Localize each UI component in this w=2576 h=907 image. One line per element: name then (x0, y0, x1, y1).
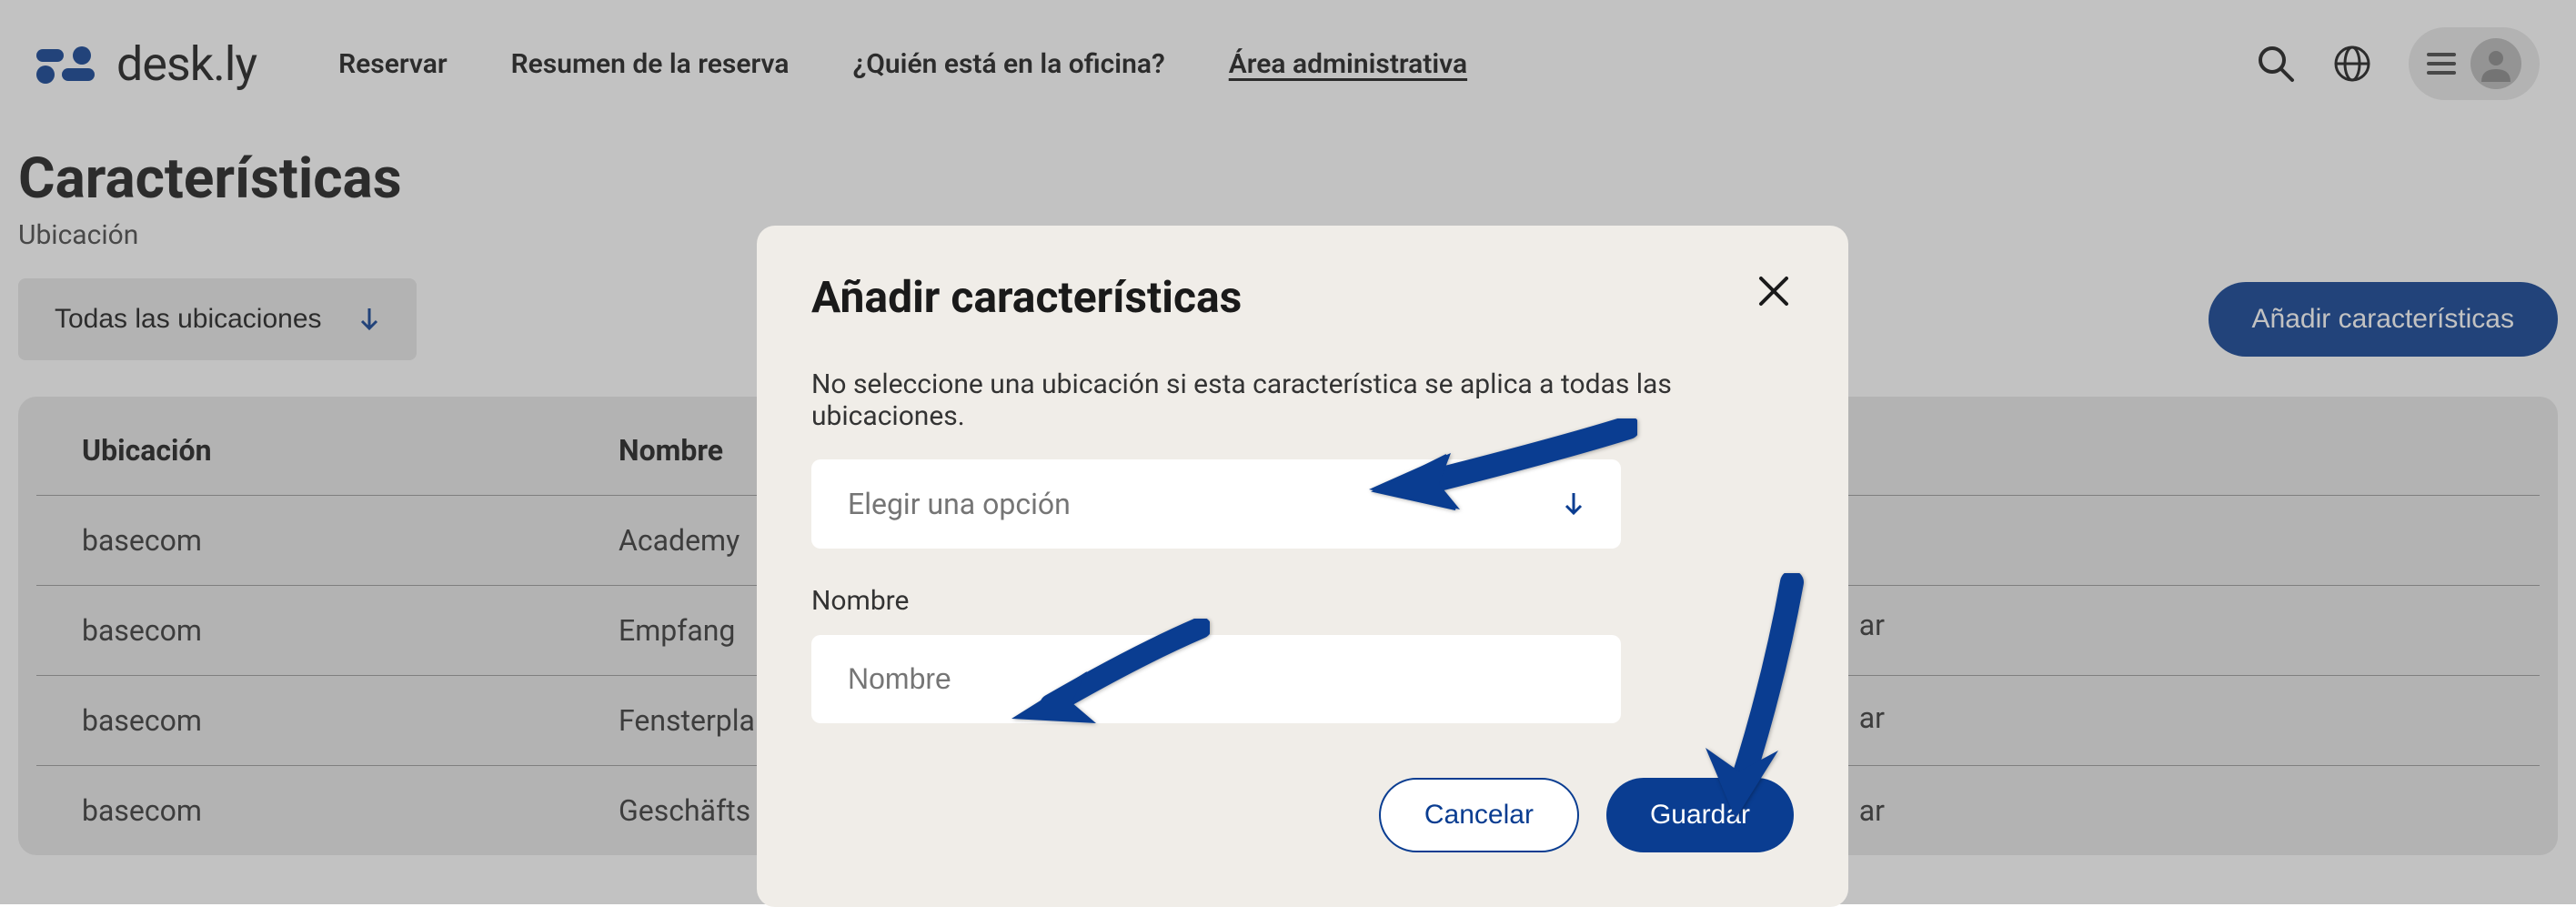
close-button[interactable] (1754, 271, 1794, 314)
add-characteristics-modal: Añadir características No seleccione una… (757, 226, 1848, 907)
annotation-arrow (1692, 573, 1810, 831)
modal-footer: Cancelar Guardar (811, 778, 1794, 852)
modal-header: Añadir características (811, 271, 1794, 323)
select-placeholder: Elegir una opción (848, 487, 1071, 521)
modal-title: Añadir características (811, 271, 1242, 323)
close-icon (1757, 275, 1790, 307)
name-input[interactable] (811, 635, 1621, 723)
annotation-arrow (1001, 619, 1210, 741)
cancel-button[interactable]: Cancelar (1379, 778, 1579, 852)
modal-hint: No seleccione una ubicación si esta cara… (811, 368, 1794, 432)
name-field-label: Nombre (811, 585, 1794, 617)
annotation-arrow (1355, 418, 1637, 531)
